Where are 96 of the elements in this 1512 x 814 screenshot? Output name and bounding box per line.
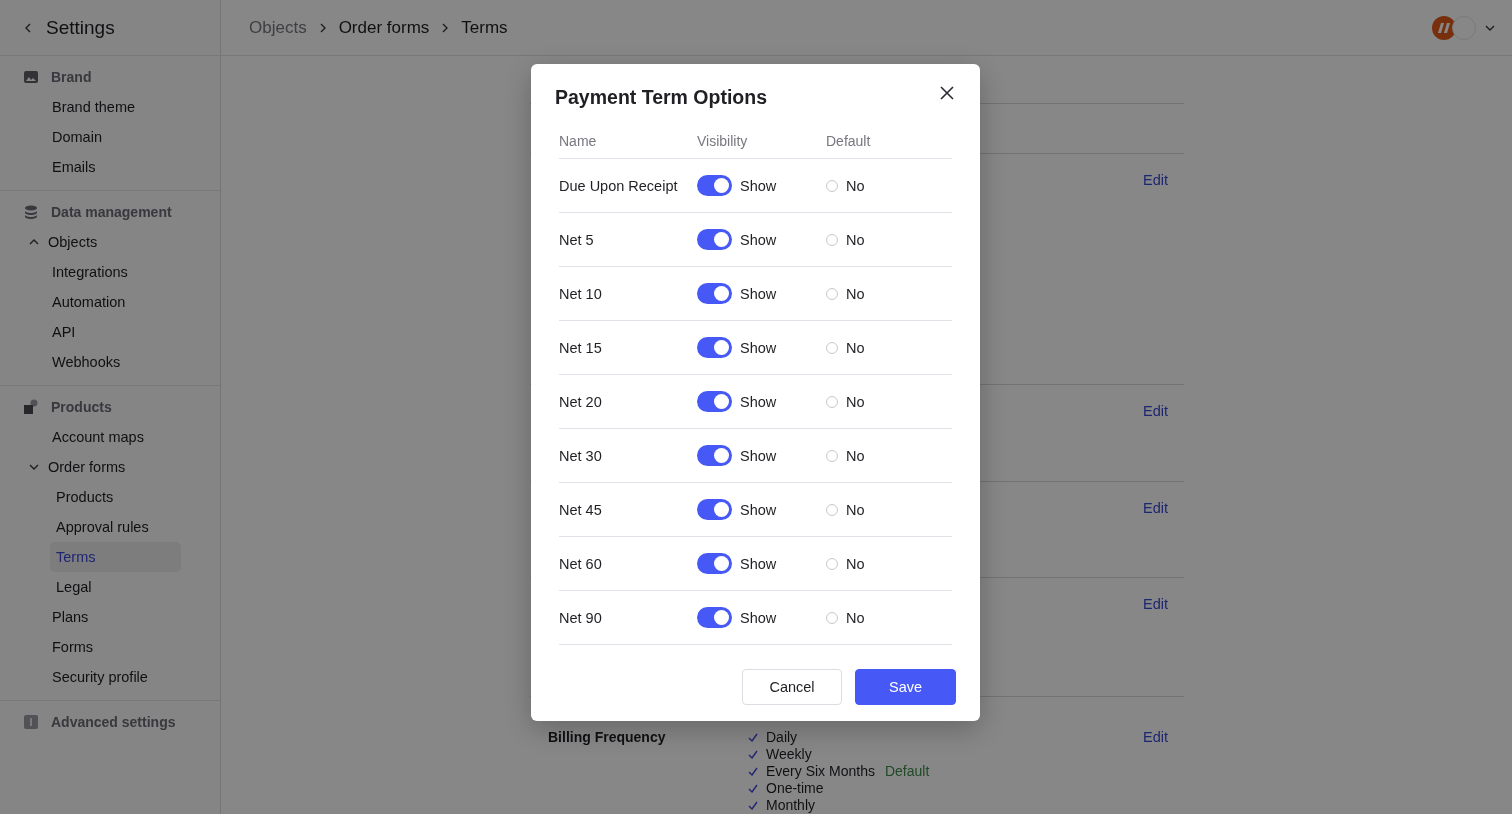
default-radio[interactable] bbox=[826, 503, 838, 516]
edit-link[interactable]: Edit bbox=[1143, 172, 1168, 188]
default-radio[interactable] bbox=[826, 233, 838, 246]
visibility-toggle[interactable] bbox=[697, 445, 732, 466]
sidebar-item[interactable]: Integrations bbox=[46, 257, 177, 287]
sidebar-item[interactable]: API bbox=[46, 317, 177, 347]
radio-label: No bbox=[846, 231, 865, 248]
radio-label: No bbox=[846, 393, 865, 410]
back-button[interactable]: Settings bbox=[22, 16, 115, 39]
logo-icon bbox=[1437, 21, 1451, 34]
default-radio[interactable] bbox=[826, 395, 838, 408]
toggle-label: Show bbox=[740, 501, 777, 518]
close-button[interactable] bbox=[938, 84, 956, 102]
radio-label: No bbox=[846, 555, 865, 572]
sidebar-item[interactable]: Order forms bbox=[28, 452, 159, 482]
toggle-label: Show bbox=[740, 285, 777, 302]
user-avatar[interactable] bbox=[1452, 15, 1476, 40]
column-header: Default bbox=[826, 132, 872, 149]
option-label: Weekly bbox=[766, 746, 812, 762]
image-icon bbox=[23, 69, 39, 85]
default-radio[interactable] bbox=[826, 611, 838, 624]
term-name: Net 45 bbox=[559, 501, 603, 518]
sidebar-item[interactable]: Webhooks bbox=[46, 347, 177, 377]
radio-label: No bbox=[846, 177, 865, 194]
option-label: Every Six Months bbox=[766, 763, 875, 779]
toggle-label: Show bbox=[740, 555, 777, 572]
sidebar-item[interactable]: Security profile bbox=[46, 662, 177, 692]
visibility-toggle[interactable] bbox=[697, 229, 732, 250]
toggle-label: Show bbox=[740, 609, 777, 626]
breadcrumb-link[interactable]: Order forms bbox=[338, 17, 430, 38]
sidebar-item[interactable]: Approval rules bbox=[50, 512, 181, 542]
dialog-title: Payment Term Options bbox=[555, 86, 767, 109]
sidebar-item[interactable]: Emails bbox=[46, 152, 177, 182]
database-icon bbox=[23, 204, 39, 220]
edit-link[interactable]: Edit bbox=[1143, 596, 1168, 612]
shapes-icon bbox=[23, 399, 39, 415]
logo-avatar[interactable] bbox=[1432, 15, 1456, 40]
visibility-toggle[interactable] bbox=[697, 499, 732, 520]
group-heading: Brand bbox=[51, 69, 92, 85]
sidebar-item[interactable]: Products bbox=[50, 482, 181, 512]
term-name: Net 10 bbox=[559, 285, 603, 302]
sidebar-item[interactable]: Forms bbox=[46, 632, 177, 662]
group-heading: Advanced settings bbox=[51, 714, 176, 730]
term-name: Net 5 bbox=[559, 231, 595, 248]
option-label: Daily bbox=[766, 729, 798, 745]
option-label: One-time bbox=[766, 780, 824, 796]
toggle-label: Show bbox=[740, 393, 777, 410]
radio-label: No bbox=[846, 447, 865, 464]
edit-link[interactable]: Edit bbox=[1143, 500, 1168, 516]
edit-link[interactable]: Edit bbox=[1143, 403, 1168, 419]
group-heading: Data management bbox=[51, 204, 172, 220]
visibility-toggle[interactable] bbox=[697, 175, 732, 196]
radio-label: No bbox=[846, 285, 865, 302]
default-tag: Default bbox=[884, 763, 930, 779]
sidebar-item[interactable]: Brand theme bbox=[46, 92, 177, 122]
default-radio[interactable] bbox=[826, 557, 838, 570]
default-radio[interactable] bbox=[826, 341, 838, 354]
visibility-toggle[interactable] bbox=[697, 553, 732, 574]
column-header: Visibility bbox=[697, 132, 749, 149]
column-header: Name bbox=[559, 132, 598, 149]
sidebar-item[interactable]: Terms bbox=[50, 542, 181, 572]
cancel-button[interactable]: Cancel bbox=[742, 669, 842, 705]
toggle-label: Show bbox=[740, 447, 777, 464]
radio-label: No bbox=[846, 501, 865, 518]
toggle-label: Show bbox=[740, 339, 777, 356]
term-name: Net 20 bbox=[559, 393, 603, 410]
save-button[interactable]: Save bbox=[855, 669, 956, 705]
visibility-toggle[interactable] bbox=[697, 607, 732, 628]
visibility-toggle[interactable] bbox=[697, 283, 732, 304]
visibility-toggle[interactable] bbox=[697, 337, 732, 358]
default-radio[interactable] bbox=[826, 449, 838, 462]
sidebar-item[interactable]: Domain bbox=[46, 122, 177, 152]
radio-label: No bbox=[846, 339, 865, 356]
default-radio[interactable] bbox=[826, 287, 838, 300]
option-label: Monthly bbox=[766, 797, 816, 813]
term-name: Net 60 bbox=[559, 555, 603, 572]
radio-label: No bbox=[846, 609, 865, 626]
visibility-toggle[interactable] bbox=[697, 391, 732, 412]
term-name: Net 30 bbox=[559, 447, 603, 464]
term-name: Net 15 bbox=[559, 339, 603, 356]
sidebar-item[interactable]: Legal bbox=[50, 572, 181, 602]
sidebar-item[interactable]: Objects bbox=[28, 227, 159, 257]
breadcrumb-link[interactable]: Objects bbox=[249, 17, 307, 38]
field-label: Billing Frequency bbox=[548, 729, 667, 745]
toggle-label: Show bbox=[740, 177, 777, 194]
group-heading: Products bbox=[51, 399, 112, 415]
term-name: Net 90 bbox=[559, 609, 603, 626]
breadcrumb-link[interactable]: Terms bbox=[461, 17, 508, 38]
term-name: Due Upon Receipt bbox=[559, 177, 679, 194]
default-radio[interactable] bbox=[826, 179, 838, 192]
sidebar-item[interactable]: Automation bbox=[46, 287, 177, 317]
close-icon bbox=[940, 86, 954, 100]
edit-link[interactable]: Edit bbox=[1143, 729, 1168, 745]
sidebar-item[interactable]: Plans bbox=[46, 602, 177, 632]
toggle-label: Show bbox=[740, 231, 777, 248]
sidebar-item[interactable]: Account maps bbox=[46, 422, 177, 452]
